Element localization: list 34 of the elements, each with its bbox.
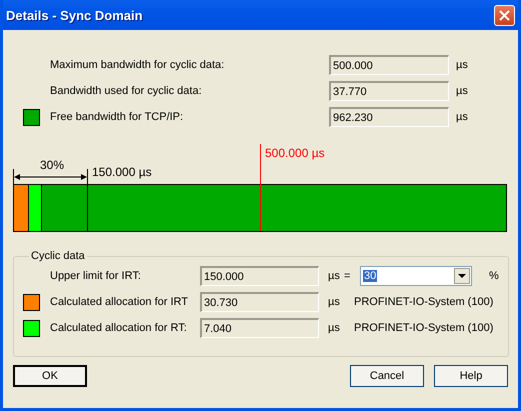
value-field: 500.000 (329, 55, 449, 75)
caret-icon (454, 268, 470, 284)
system-label: PROFINET-IO-System (100) (354, 322, 494, 334)
unit-label: µs (456, 111, 469, 123)
value-field: 30.730 (200, 292, 319, 312)
equals-sign: = (344, 270, 352, 282)
value-field: 7.040 (200, 318, 319, 338)
value-field: 150.000 (200, 266, 319, 286)
field-label: Calculated allocation for RT: (50, 322, 188, 334)
window-title: Details - Sync Domain (6, 8, 143, 22)
value-field: 962.230 (329, 107, 449, 127)
group-title: Cyclic data (30, 250, 86, 262)
system-label: PROFINET-IO-System (100) (354, 296, 494, 308)
field-label: Free bandwidth for TCP/IP: (50, 111, 184, 123)
unit-label: % (489, 270, 499, 282)
dialog-button[interactable]: Cancel (350, 365, 424, 387)
percent-label: 30% (40, 158, 64, 172)
maximum-label: 500.000 µs (265, 146, 325, 160)
limit-label: 150.000 µs (92, 165, 152, 179)
field-label: Maximum bandwidth for cyclic data: (50, 59, 226, 71)
unit-label: µs (328, 322, 341, 334)
dialog-button[interactable]: Help (434, 365, 508, 387)
field-label: Calculated allocation for IRT (50, 296, 189, 308)
value-field: 37.770 (329, 81, 449, 101)
close-icon (499, 10, 510, 20)
unit-label: µs (456, 59, 469, 71)
unit-label: µs (456, 85, 469, 97)
field-label: Upper limit for IRT: (50, 270, 142, 282)
unit-label: µs (328, 270, 341, 282)
unit-label: µs (328, 296, 341, 308)
field-label: Bandwidth used for cyclic data: (50, 85, 203, 97)
close-button[interactable] (494, 4, 515, 26)
percent-dropdown[interactable]: 30 (360, 266, 472, 286)
dialog-button[interactable]: OK (13, 365, 87, 387)
